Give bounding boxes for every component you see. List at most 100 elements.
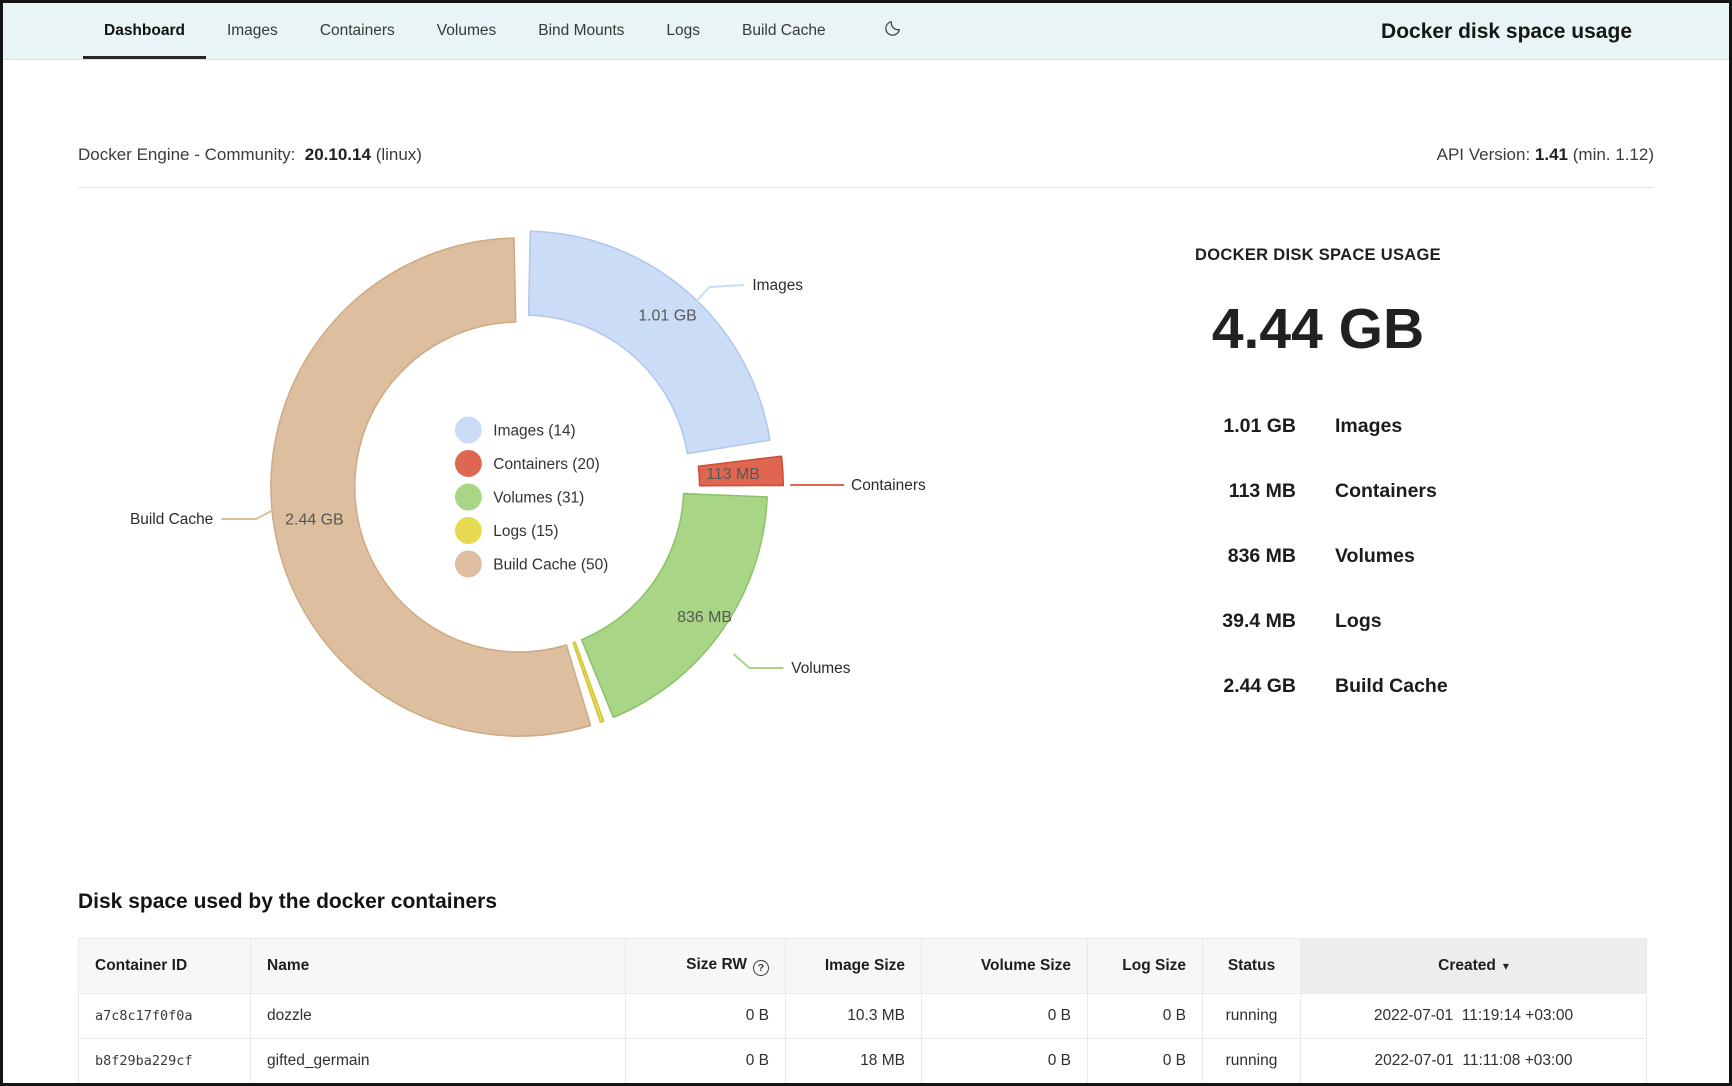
- cell-log-size: 0 B: [1088, 994, 1203, 1039]
- tab-volumes[interactable]: Volumes: [416, 3, 517, 59]
- summary-title: DOCKER DISK SPACE USAGE: [1103, 246, 1533, 265]
- column-header-log-size[interactable]: Log Size: [1088, 939, 1203, 994]
- api-version-text: API Version: 1.41 (min. 1.12): [1437, 145, 1654, 165]
- column-header-image-size[interactable]: Image Size: [786, 939, 922, 994]
- cell-container-id: a7c8c17f0f0a: [79, 994, 251, 1039]
- legend-swatch: [455, 417, 482, 444]
- engine-version-text: Docker Engine - Community: 20.10.14 (lin…: [78, 145, 422, 165]
- slice-size-label-volumes: 836 MB: [677, 609, 732, 626]
- tab-containers[interactable]: Containers: [299, 3, 416, 59]
- cell-size-rw: 0 B: [626, 994, 786, 1039]
- legend-item-build-cache[interactable]: Build Cache (50): [455, 551, 608, 578]
- cell-image-size: 10.3 MB: [786, 994, 922, 1039]
- help-icon[interactable]: ?: [753, 960, 769, 976]
- column-label: Image Size: [825, 957, 905, 974]
- legend-swatch: [455, 551, 482, 578]
- legend-swatch: [455, 450, 482, 477]
- tab-dashboard[interactable]: Dashboard: [83, 3, 206, 59]
- disk-usage-chart-section: 1.01 GBImages113 MBContainers836 MBVolum…: [3, 188, 1729, 828]
- column-header-created[interactable]: Created ▾: [1301, 939, 1647, 994]
- summary-row-images: 1.01 GB Images: [1103, 411, 1533, 441]
- table-row: a7c8c17f0f0adozzle0 B10.3 MB0 B0 Brunnin…: [79, 994, 1647, 1039]
- pie-slice-volumes[interactable]: [582, 494, 768, 718]
- containers-table: Container ID Name Size RW? Image Size Volume…: [78, 938, 1647, 1084]
- summary-row-build-cache: 2.44 GBBuild Cache: [1103, 671, 1533, 701]
- engine-info-row: Docker Engine - Community: 20.10.14 (lin…: [3, 145, 1729, 165]
- summary-row-containers: 113 MB Containers: [1103, 476, 1533, 506]
- tab-bind-mounts[interactable]: Bind Mounts: [517, 3, 645, 59]
- legend-label: Build Cache (50): [493, 556, 608, 573]
- legend-item-containers[interactable]: Containers (20): [455, 450, 600, 477]
- cell-volume-size: 0 B: [922, 1039, 1088, 1084]
- cell-size-rw: 0 B: [626, 1039, 786, 1084]
- top-navigation-bar: DashboardImagesContainersVolumesBind Mou…: [3, 3, 1729, 60]
- legend-item-images[interactable]: Images (14): [455, 417, 576, 444]
- legend-label: Logs (15): [493, 523, 558, 540]
- callout-line-images: [697, 285, 745, 301]
- slice-size-label-containers: 113 MB: [706, 466, 760, 483]
- summary-label: Images: [1335, 415, 1402, 438]
- dark-mode-toggle[interactable]: [873, 3, 912, 59]
- column-header-size-rw[interactable]: Size RW?: [626, 939, 786, 994]
- legend-label: Images (14): [493, 422, 575, 439]
- summary-total: 4.44 GB: [1103, 296, 1533, 362]
- column-header-volume-size[interactable]: Volume Size: [922, 939, 1088, 994]
- cell-status: running: [1203, 994, 1301, 1039]
- pie-slice-images[interactable]: [529, 231, 770, 453]
- cell-name: gifted_germain: [251, 1039, 626, 1084]
- callout-label-build-cache: Build Cache: [130, 511, 213, 528]
- callout-label-containers: Containers: [851, 477, 926, 494]
- tab-images[interactable]: Images: [206, 3, 299, 59]
- cell-created: 2022-07-01 11:11:08 +03:00: [1301, 1039, 1647, 1084]
- app-title: Docker disk space usage: [1381, 3, 1632, 60]
- slice-size-label-build-cache: 2.44 GB: [285, 511, 343, 528]
- column-label: Log Size: [1122, 957, 1186, 974]
- nav-tabs: DashboardImagesContainersVolumesBind Mou…: [3, 3, 847, 59]
- column-label: Size RW: [686, 956, 747, 973]
- callout-label-images: Images: [752, 277, 803, 294]
- containers-table-body: a7c8c17f0f0adozzle0 B10.3 MB0 B0 Brunnin…: [79, 994, 1647, 1084]
- column-header-container-id[interactable]: Container ID: [79, 939, 251, 994]
- legend-label: Containers (20): [493, 456, 599, 473]
- column-label: Name: [267, 957, 309, 974]
- slice-size-label-images: 1.01 GB: [638, 308, 696, 325]
- cell-container-id: b8f29ba229cf: [79, 1039, 251, 1084]
- summary-value: 2.44 GB: [1103, 675, 1296, 698]
- callout-line-volumes: [733, 654, 783, 668]
- cell-image-size: 18 MB: [786, 1039, 922, 1084]
- column-label: Volume Size: [981, 957, 1071, 974]
- containers-table-section: Disk space used by the docker containers…: [3, 890, 1729, 1084]
- summary-value: 1.01 GB: [1103, 415, 1296, 438]
- table-row: b8f29ba229cfgifted_germain0 B18 MB0 B0 B…: [79, 1039, 1647, 1084]
- cell-log-size: 0 B: [1088, 1039, 1203, 1084]
- legend-item-volumes[interactable]: Volumes (31): [455, 484, 584, 511]
- summary-label: Volumes: [1335, 545, 1415, 568]
- containers-table-header: Container ID Name Size RW? Image Size Volume…: [79, 939, 1647, 994]
- summary-label: Containers: [1335, 480, 1437, 503]
- summary-value: 39.4 MB: [1103, 610, 1296, 633]
- app-window: DashboardImagesContainersVolumesBind Mou…: [0, 0, 1732, 1086]
- summary-rows: 1.01 GB Images 113 MB Containers 836 MBVolum…: [1103, 411, 1533, 736]
- column-header-status[interactable]: Status: [1203, 939, 1301, 994]
- legend-swatch: [455, 517, 482, 544]
- column-label: Status: [1228, 957, 1275, 974]
- tab-build-cache[interactable]: Build Cache: [721, 3, 847, 59]
- callout-label-volumes: Volumes: [791, 660, 850, 677]
- cell-name: dozzle: [251, 994, 626, 1039]
- summary-label: Logs: [1335, 610, 1382, 633]
- cell-volume-size: 0 B: [922, 994, 1088, 1039]
- column-label: Created: [1438, 957, 1496, 974]
- cell-status: running: [1203, 1039, 1301, 1084]
- column-header-name[interactable]: Name: [251, 939, 626, 994]
- legend-item-logs[interactable]: Logs (15): [455, 517, 559, 544]
- summary-row-volumes: 836 MBVolumes: [1103, 541, 1533, 571]
- callout-line-build-cache: [221, 510, 273, 519]
- tab-logs[interactable]: Logs: [645, 3, 721, 59]
- column-label: Container ID: [95, 957, 187, 974]
- legend-swatch: [455, 484, 482, 511]
- summary-row-logs: 39.4 MB Logs: [1103, 606, 1533, 636]
- summary-value: 113 MB: [1103, 480, 1296, 503]
- sort-desc-icon: ▾: [1503, 959, 1509, 973]
- legend-label: Volumes (31): [493, 489, 584, 506]
- containers-table-heading: Disk space used by the docker containers: [78, 890, 1654, 914]
